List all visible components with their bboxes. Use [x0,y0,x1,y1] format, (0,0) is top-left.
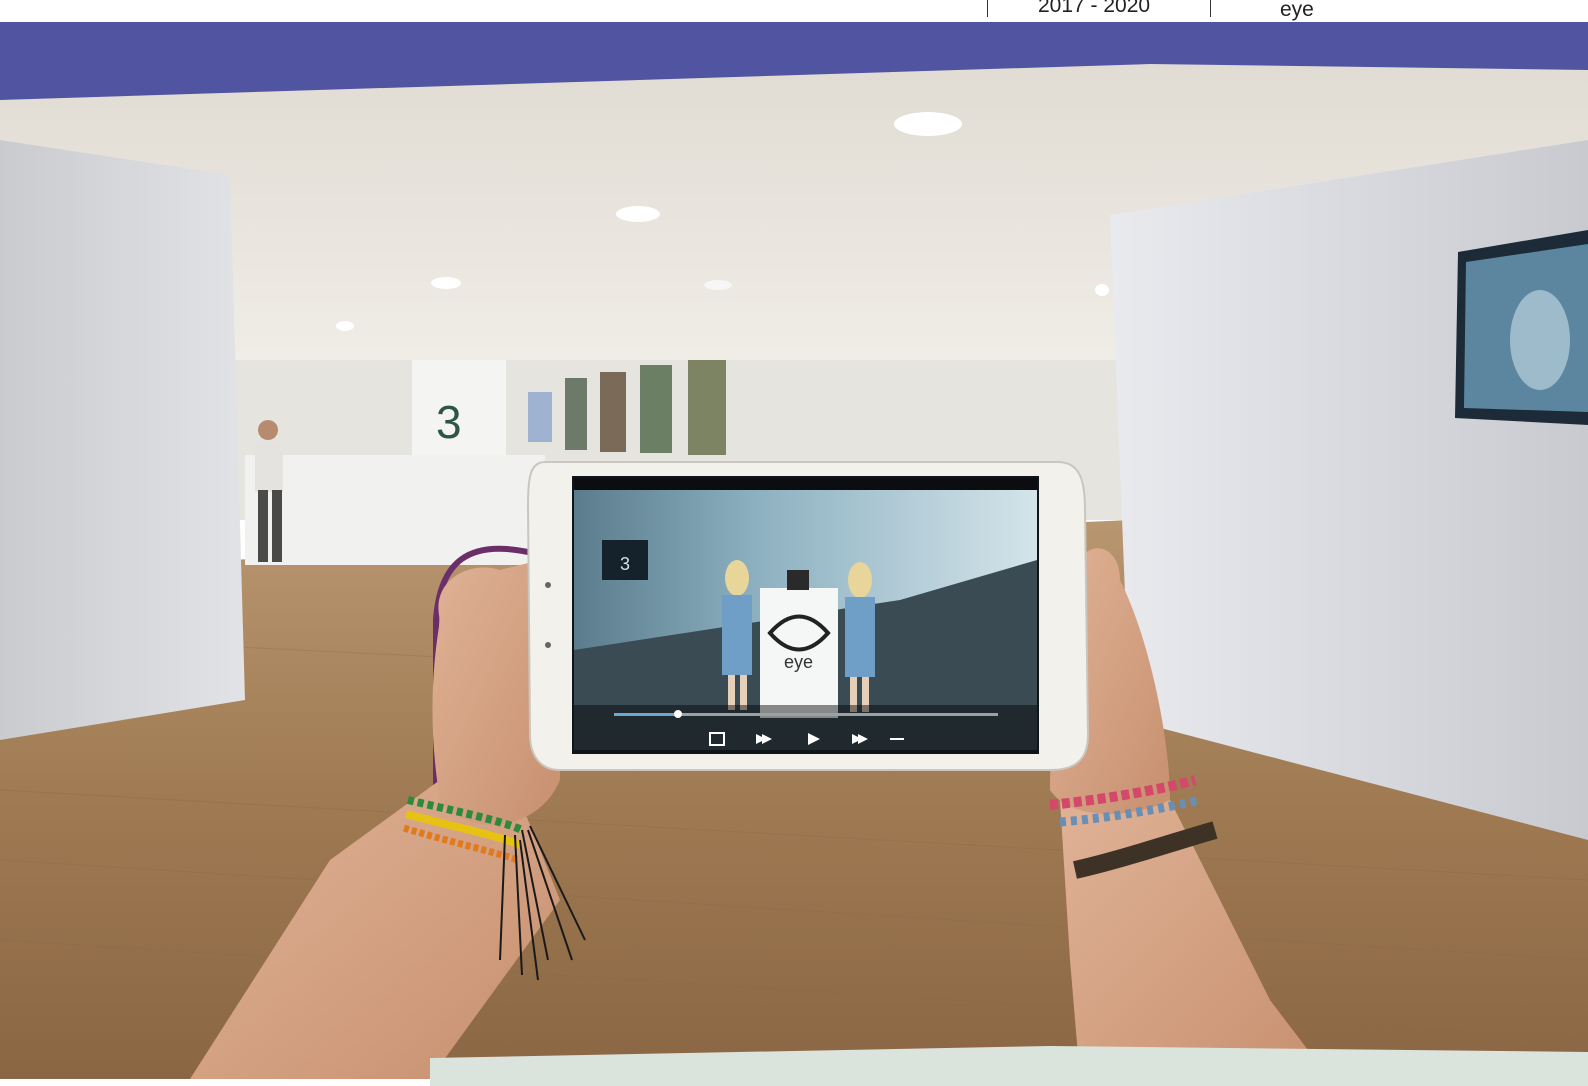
bottom-panel [430,1046,1588,1086]
divider-right [1210,0,1211,17]
top-strip: 2017 - 2020 eye [0,0,1588,22]
tablet: 3 eye [526,461,1090,771]
header-band [0,20,1588,100]
years-label: 2017 - 2020 [1038,0,1151,17]
brand-label: eye [1280,0,1314,21]
svg-text:3: 3 [620,554,630,574]
photo-scene: 3 3 eye [0,0,1588,1079]
pillar-logo-text: eye [784,652,813,672]
divider-left [987,0,988,17]
wall-sign-text: 3 [436,396,462,448]
